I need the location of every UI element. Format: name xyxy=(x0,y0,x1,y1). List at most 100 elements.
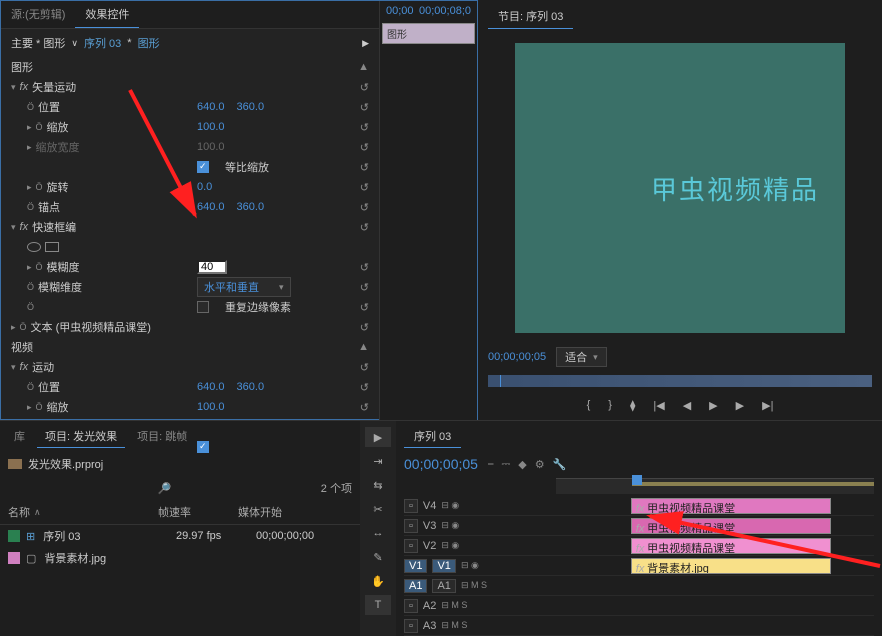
marker-icon[interactable]: ◆ xyxy=(518,458,526,471)
clip[interactable]: fx 甲虫视频精品课堂 xyxy=(631,538,831,554)
timeline-ruler[interactable] xyxy=(556,478,874,494)
snap-icon[interactable]: ⎯ xyxy=(488,458,494,471)
step-back-icon[interactable]: |◀ xyxy=(649,397,668,414)
position-y[interactable]: 360.0 xyxy=(237,101,265,113)
blur-input[interactable] xyxy=(197,260,227,274)
viewer[interactable]: 甲虫视频精品 xyxy=(478,33,882,343)
track-v4[interactable]: V4 xyxy=(423,500,436,512)
col-framerate[interactable]: 帧速率 xyxy=(158,504,238,520)
rect-icon[interactable] xyxy=(45,242,59,252)
group-text[interactable]: 文本 (甲虫视频精品课堂) xyxy=(31,319,151,335)
search-icon[interactable]: 🔎 xyxy=(158,482,172,495)
reset-icon[interactable]: ↺ xyxy=(360,301,369,314)
tab-source[interactable]: 源:(无剪辑) xyxy=(1,1,75,28)
timeline-tab[interactable]: 序列 03 xyxy=(404,425,461,448)
prev-frame-icon[interactable]: ◀ xyxy=(679,397,695,414)
track-a3[interactable]: A3 xyxy=(423,620,436,632)
mini-clip[interactable]: 图形 xyxy=(382,23,475,44)
col-start[interactable]: 媒体开始 xyxy=(238,504,352,520)
clip[interactable]: fx 背景素材.jpg xyxy=(631,558,831,574)
track-a2[interactable]: A2 xyxy=(423,600,436,612)
razor-tool-icon[interactable]: ✂ xyxy=(365,499,391,519)
play-icon[interactable]: ▶ xyxy=(705,397,721,414)
twirl-icon[interactable]: ▾ xyxy=(11,82,16,93)
clip[interactable]: fx 甲虫视频精品课堂 xyxy=(631,498,831,514)
tab-library[interactable]: 库 xyxy=(6,425,33,448)
scale2-val[interactable]: 100.0 xyxy=(197,401,225,413)
selection-tool-icon[interactable]: ▶ xyxy=(365,427,391,447)
scale-val[interactable]: 100.0 xyxy=(197,121,225,133)
reset-icon[interactable]: ↺ xyxy=(360,361,369,374)
track-v2[interactable]: V2 xyxy=(423,540,436,552)
uniform-checkbox[interactable] xyxy=(197,161,209,173)
track-v1[interactable]: V1 xyxy=(432,559,455,573)
reset-icon[interactable]: ▲ xyxy=(358,61,369,73)
breadcrumb-seq[interactable]: 序列 03 xyxy=(84,35,121,51)
project-item[interactable]: ⊞序列 03 29.97 fps 00;00;00;00 xyxy=(0,525,360,547)
pen-tool-icon[interactable]: ✎ xyxy=(365,547,391,567)
rotation-val[interactable]: 0.0 xyxy=(197,181,212,193)
in-out-range[interactable] xyxy=(632,482,874,486)
uniform2-checkbox[interactable] xyxy=(197,441,209,453)
fit-select[interactable]: 适合▾ xyxy=(556,347,607,367)
reset-icon[interactable]: ↺ xyxy=(360,161,369,174)
anchor-y[interactable]: 360.0 xyxy=(237,201,265,213)
reset-icon[interactable]: ↺ xyxy=(360,261,369,274)
group-video[interactable]: 视频 xyxy=(11,339,181,355)
reset-icon[interactable]: ▲ xyxy=(358,341,369,353)
settings-icon[interactable]: ⚙ xyxy=(535,458,545,471)
reset-icon[interactable]: ↺ xyxy=(360,221,369,234)
mark-in-icon[interactable]: { xyxy=(583,397,595,414)
track-toggle[interactable]: ▫ xyxy=(404,599,418,613)
program-timecode[interactable]: 00;00;00;05 xyxy=(488,351,546,363)
program-ruler[interactable] xyxy=(488,375,872,387)
play-icon[interactable]: ▶ xyxy=(362,38,369,49)
reset-icon[interactable]: ↺ xyxy=(360,121,369,134)
track-src-a1[interactable]: A1 xyxy=(404,579,427,593)
track-src-v1[interactable]: V1 xyxy=(404,559,427,573)
pos2-y[interactable]: 360.0 xyxy=(237,381,265,393)
mark-out-icon[interactable]: } xyxy=(604,397,616,414)
anchor-x[interactable]: 640.0 xyxy=(197,201,225,213)
ripple-tool-icon[interactable]: ⇆ xyxy=(365,475,391,495)
marker-icon[interactable]: ⧫ xyxy=(626,397,639,414)
breadcrumb-clip[interactable]: 图形 xyxy=(138,35,160,51)
track-a1[interactable]: A1 xyxy=(432,579,455,593)
reset-icon[interactable]: ↺ xyxy=(360,141,369,154)
reset-icon[interactable]: ↺ xyxy=(360,281,369,294)
track-toggle[interactable]: ▫ xyxy=(404,539,418,553)
reset-icon[interactable]: ↺ xyxy=(360,321,369,334)
blur-dim-select[interactable]: 水平和垂直▾ xyxy=(197,277,291,297)
col-name[interactable]: 名称∧ xyxy=(8,504,158,520)
slip-tool-icon[interactable]: ↔ xyxy=(365,523,391,543)
program-tab[interactable]: 节目: 序列 03 xyxy=(488,4,573,29)
track-toggle[interactable]: ▫ xyxy=(404,519,418,533)
ellipse-icon[interactable] xyxy=(27,242,41,252)
pos2-x[interactable]: 640.0 xyxy=(197,381,225,393)
reset-icon[interactable]: ↺ xyxy=(360,81,369,94)
tab-project2[interactable]: 项目: 跳帧 xyxy=(129,425,195,448)
hand-tool-icon[interactable]: ✋ xyxy=(365,571,391,591)
reset-icon[interactable]: ↺ xyxy=(360,201,369,214)
group-graphic[interactable]: 图形 xyxy=(11,59,181,75)
playhead[interactable] xyxy=(632,475,642,485)
reset-icon[interactable]: ↺ xyxy=(360,381,369,394)
track-toggle[interactable]: ▫ xyxy=(404,499,418,513)
link-icon[interactable]: ⎓ xyxy=(501,458,510,471)
group-vector-motion[interactable]: 矢量运动 xyxy=(32,79,76,95)
step-fwd-icon[interactable]: ▶| xyxy=(758,397,777,414)
group-rect-edit[interactable]: 快速框编 xyxy=(32,219,76,235)
track-toggle[interactable]: ▫ xyxy=(404,619,418,633)
track-v3[interactable]: V3 xyxy=(423,520,436,532)
type-tool-icon[interactable]: T xyxy=(365,595,391,615)
reset-icon[interactable]: ↺ xyxy=(360,401,369,414)
timeline-timecode[interactable]: 00;00;00;05 xyxy=(404,456,478,472)
project-item[interactable]: ▢背景素材.jpg xyxy=(0,547,360,569)
next-frame-icon[interactable]: ▶ xyxy=(732,397,748,414)
group-motion[interactable]: 运动 xyxy=(32,359,54,375)
reset-icon[interactable]: ↺ xyxy=(360,181,369,194)
tab-project[interactable]: 项目: 发光效果 xyxy=(37,425,125,448)
clip[interactable]: fx 甲虫视频精品课堂 xyxy=(631,518,831,534)
repeat-edge-checkbox[interactable] xyxy=(197,301,209,313)
wrench-icon[interactable]: 🔧 xyxy=(553,458,567,471)
